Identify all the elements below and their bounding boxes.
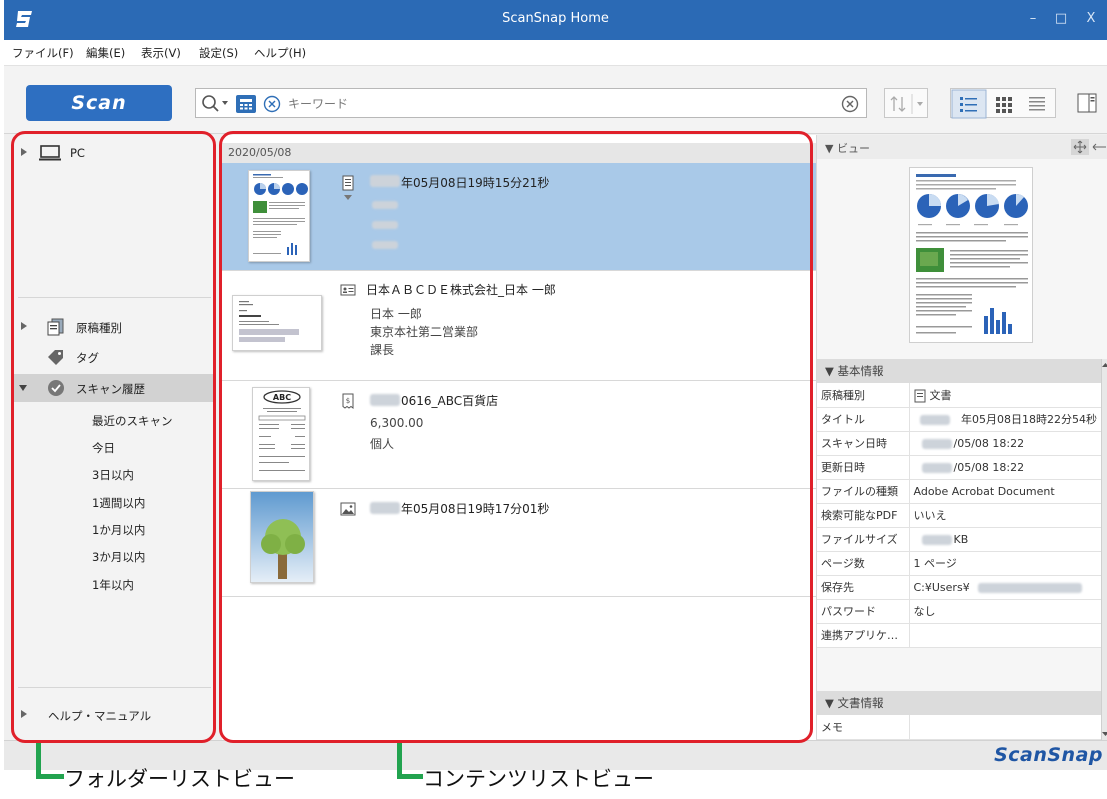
property-value: Adobe Acrobat Document xyxy=(909,479,1101,504)
property-key: ファイルの種類 xyxy=(817,479,910,504)
property-row: メモ xyxy=(817,715,1101,740)
redacted-text xyxy=(921,438,952,449)
property-value: C:¥Users¥ xyxy=(909,575,1101,600)
property-key: メモ xyxy=(817,715,910,740)
basic-info-header[interactable]: ▼ 基本情報 xyxy=(817,359,1107,383)
property-key: 保存先 xyxy=(817,575,910,600)
window-title: ScanSnap Home xyxy=(502,11,609,26)
property-row: ファイルサイズ KB xyxy=(817,527,1101,552)
scroll-down-icon[interactable] xyxy=(1102,730,1107,738)
clear-search-icon[interactable] xyxy=(840,94,860,114)
folder-callout-line xyxy=(36,774,64,779)
property-key: ページ数 xyxy=(817,551,910,576)
search-box xyxy=(195,88,867,118)
minimize-button[interactable]: – xyxy=(1019,6,1047,32)
property-row: 更新日時/05/08 18:22 xyxy=(817,455,1101,480)
property-row: ページ数 1 ページ xyxy=(817,551,1101,576)
redacted-text xyxy=(977,582,1082,593)
property-value-text: 年05月08日18時22分54秒 xyxy=(961,413,1097,426)
title-bar: ScanSnap Home – □ X xyxy=(4,0,1107,40)
close-button[interactable]: X xyxy=(1077,6,1105,32)
detail-scrollbar[interactable] xyxy=(1101,359,1107,740)
property-row: 保存先 C:¥Users¥ xyxy=(817,575,1101,600)
doc-info-header[interactable]: ▼ 文書情報 xyxy=(817,691,1107,715)
doc-info-table: メモ xyxy=(817,715,1101,740)
property-row: 検索可能なPDF いいえ xyxy=(817,503,1101,528)
redacted-text xyxy=(921,462,952,473)
view-mode-group xyxy=(950,88,1057,119)
content-list-callout: コンテンツリストビュー xyxy=(423,767,654,791)
property-value: 1 ページ xyxy=(909,551,1101,576)
sort-button[interactable] xyxy=(884,88,928,118)
property-value-text: KB xyxy=(953,532,969,546)
property-value: /05/08 18:22 xyxy=(909,431,1101,456)
property-key: 原稿種別 xyxy=(817,383,910,408)
content-callout-line xyxy=(397,774,423,779)
panel-toggle-icon[interactable] xyxy=(1076,92,1098,114)
menu-bar: ファイル(F) 編集(E) 表示(V) 設定(S) ヘルプ(H) xyxy=(4,40,1107,66)
redacted-text xyxy=(921,534,952,545)
property-value-text: /05/08 18:22 xyxy=(953,460,1025,474)
property-value: /05/08 18:22 xyxy=(909,455,1101,480)
menu-settings[interactable]: 設定(S) xyxy=(199,45,238,61)
property-value-text: /05/08 18:22 xyxy=(953,436,1025,450)
content-list-highlight xyxy=(219,131,813,743)
property-row: 連携アプリケー... xyxy=(817,623,1101,648)
property-key: パスワード xyxy=(817,599,910,624)
document-preview xyxy=(909,167,1033,343)
property-key: 更新日時 xyxy=(817,455,910,480)
property-key: スキャン日時 xyxy=(817,431,910,456)
property-value-text: C:¥Users¥ xyxy=(913,580,970,594)
property-row: タイトル 年05月08日18時22分54秒 xyxy=(817,407,1101,432)
property-value: 文書 xyxy=(909,383,1101,408)
property-value: 年05月08日18時22分54秒 xyxy=(909,407,1101,432)
fit-width-icon[interactable] xyxy=(1091,139,1107,155)
folder-list-highlight xyxy=(11,131,216,743)
property-key: 連携アプリケー... xyxy=(817,623,910,648)
property-key: タイトル xyxy=(817,407,910,432)
document-icon xyxy=(914,389,925,403)
property-value-text: 文書 xyxy=(929,388,952,402)
scroll-up-icon[interactable] xyxy=(1102,361,1107,369)
property-value: なし xyxy=(909,599,1101,624)
memo-field[interactable] xyxy=(909,715,1101,740)
clear-filter-icon[interactable] xyxy=(262,94,282,114)
scan-button[interactable]: Scan xyxy=(26,85,172,121)
maximize-button[interactable]: □ xyxy=(1047,6,1075,32)
property-row: ファイルの種類 Adobe Acrobat Document xyxy=(817,479,1101,504)
menu-view[interactable]: 表示(V) xyxy=(141,45,181,61)
view-header-bar: ▼ ビュー xyxy=(817,135,1107,159)
property-key: 検索可能なPDF xyxy=(817,503,910,528)
sort-icon xyxy=(890,94,923,114)
toolbar: Scan xyxy=(4,66,1107,134)
property-row: スキャン日時/05/08 18:22 xyxy=(817,431,1101,456)
menu-help[interactable]: ヘルプ(H) xyxy=(254,45,306,61)
basic-info-table: 原稿種別 文書 タイトル 年05月08日18時22分54秒 スキャン日時/05/08… xyxy=(817,383,1101,648)
property-row: 原稿種別 文書 xyxy=(817,383,1101,408)
property-value: いいえ xyxy=(909,503,1101,528)
view-header[interactable]: ▼ ビュー xyxy=(825,140,870,156)
move-icon[interactable] xyxy=(1071,139,1089,155)
property-value xyxy=(909,623,1101,648)
property-value: KB xyxy=(909,527,1101,552)
view-mode-icons[interactable] xyxy=(951,89,1057,119)
scansnap-logo: ScanSnap xyxy=(994,744,1103,766)
property-row: パスワード なし xyxy=(817,599,1101,624)
keyword-search-input[interactable] xyxy=(288,93,828,115)
property-key: ファイルサイズ xyxy=(817,527,910,552)
menu-edit[interactable]: 編集(E) xyxy=(86,45,125,61)
calculator-icon[interactable] xyxy=(236,95,256,113)
redacted-text xyxy=(919,414,950,425)
menu-file[interactable]: ファイル(F) xyxy=(12,45,74,61)
search-icon[interactable] xyxy=(200,93,230,115)
detail-pane: ▼ ビュー ▼ 基本情報 原稿種別 文書 タイトル 年05月08日18時22分5… xyxy=(816,135,1107,740)
folder-list-callout: フォルダーリストビュー xyxy=(64,767,295,791)
